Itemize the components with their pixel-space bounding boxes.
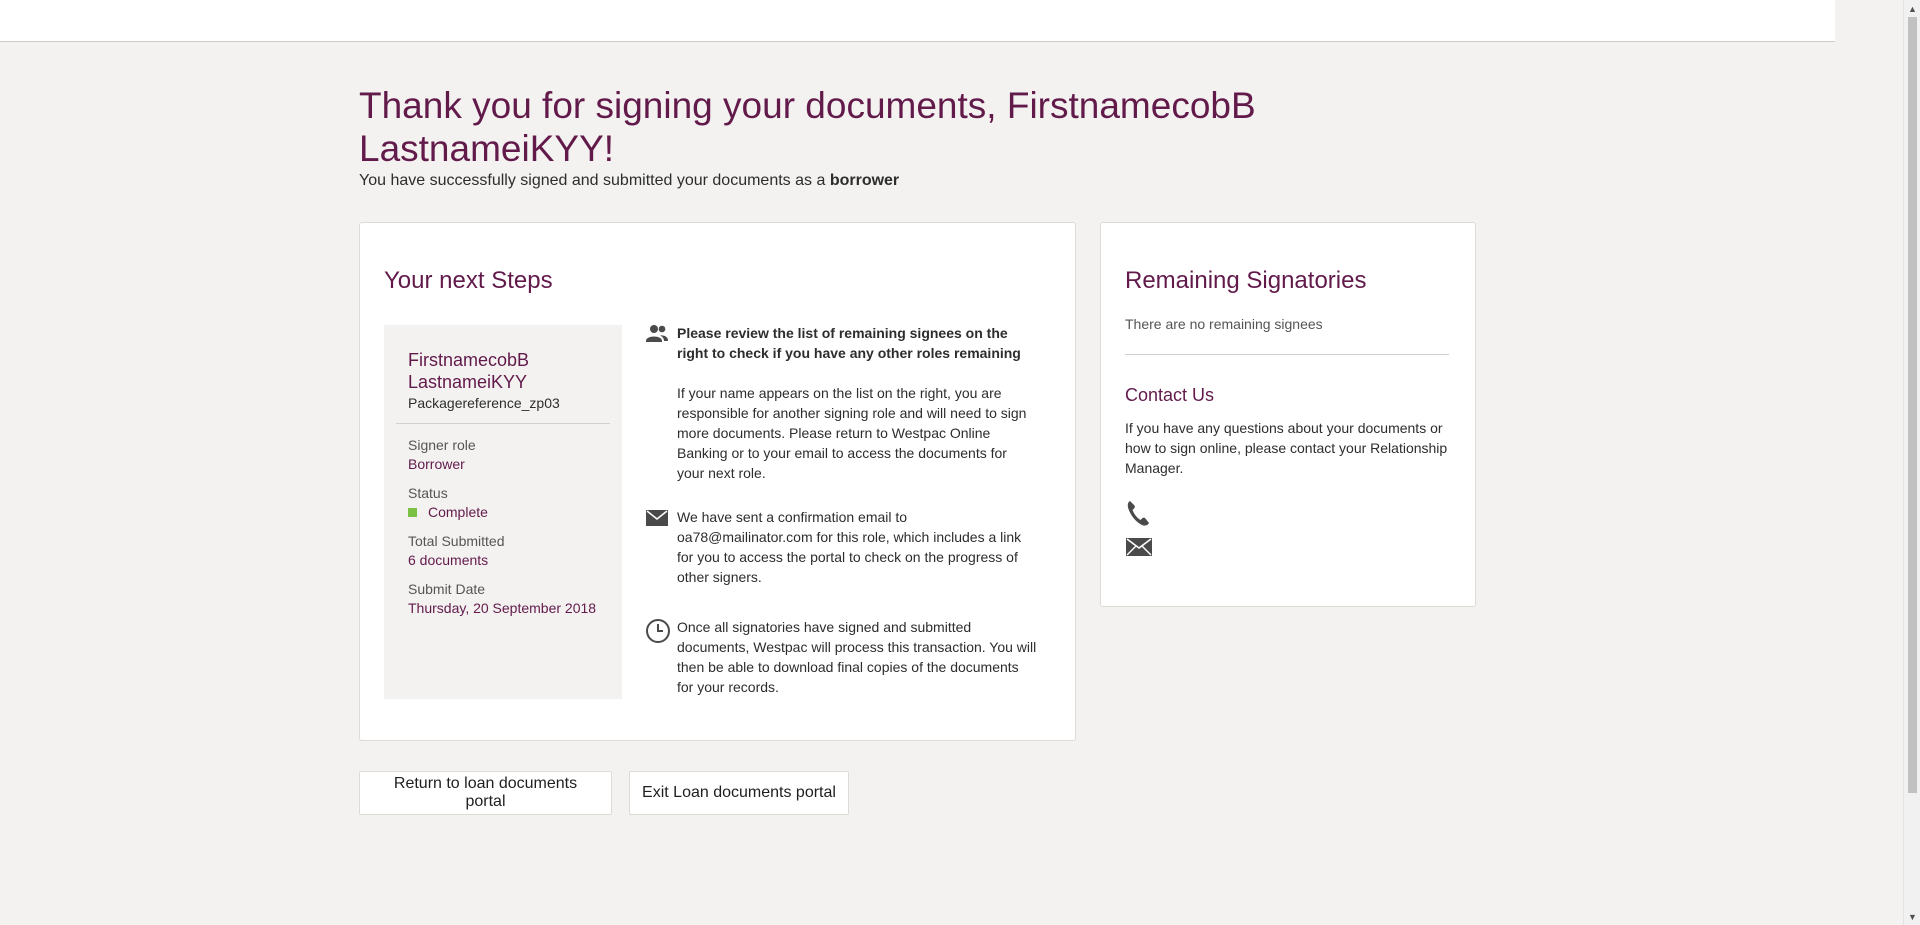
top-bar <box>0 0 1835 42</box>
scrollbar-thumb[interactable] <box>1908 17 1917 793</box>
signer-name-line1: FirstnamecobB <box>408 350 530 370</box>
remaining-divider <box>1125 354 1449 355</box>
scroll-up-arrow-icon[interactable]: ▲ <box>1904 0 1920 17</box>
subtitle-role: borrower <box>829 172 900 189</box>
page-title-line2: LastnameiKYY! <box>359 128 615 169</box>
total-submitted-value: 6 documents <box>408 552 489 568</box>
remaining-signatories-card: Remaining Signatories There are no remai… <box>1100 222 1476 607</box>
status-value: Complete <box>428 504 488 520</box>
total-submitted-label: Total Submitted <box>408 533 505 549</box>
step-email-text: We have sent a confirmation email to oa7… <box>677 509 1022 585</box>
exit-portal-button[interactable]: Exit Loan documents portal <box>629 771 849 815</box>
envelope-icon[interactable] <box>1125 537 1153 562</box>
signer-summary-panel: FirstnamecobB LastnameiKYY Packagerefere… <box>384 325 622 699</box>
package-reference: Packagereference_zp03 <box>408 395 560 411</box>
no-remaining-signees-text: There are no remaining signees <box>1125 316 1323 332</box>
status-value-row: Complete <box>408 502 598 522</box>
signer-role-value: Borrower <box>408 456 465 472</box>
signer-role-label: Signer role <box>408 437 476 453</box>
scroll-down-arrow-icon[interactable]: ▼ <box>1904 908 1920 925</box>
clock-icon <box>645 617 677 697</box>
step-processing: Once all signatories have signed and sub… <box>645 617 1037 697</box>
submit-date-value: Thursday, 20 September 2018 <box>408 600 597 616</box>
phone-icon[interactable] <box>1125 499 1151 532</box>
return-to-portal-button[interactable]: Return to loan documents portal <box>359 771 612 815</box>
envelope-icon <box>645 507 677 587</box>
contact-us-heading: Contact Us <box>1125 385 1215 405</box>
step-review-detail: If your name appears on the list on the … <box>677 385 1027 481</box>
next-steps-card: Your next Steps FirstnamecobB LastnameiK… <box>359 222 1076 741</box>
status-label: Status <box>408 485 448 501</box>
step-review-signees: Please review the list of remaining sign… <box>645 323 1037 483</box>
page-title: Thank you for signing your documents, Fi… <box>359 84 1319 170</box>
page-title-line1: Thank you for signing your documents, Fi… <box>359 85 1256 126</box>
vertical-scrollbar[interactable]: ▲ ▼ <box>1903 0 1920 925</box>
people-icon <box>645 323 677 483</box>
next-steps-heading: Your next Steps <box>384 267 553 294</box>
step-processing-text: Once all signatories have signed and sub… <box>677 619 1037 695</box>
signer-name-line2: LastnameiKYY <box>408 372 528 392</box>
signer-divider <box>396 423 610 424</box>
status-complete-icon <box>408 507 417 517</box>
contact-us-text: If you have any questions about your doc… <box>1125 420 1448 476</box>
step-review-text: Please review the list of remaining sign… <box>677 323 1037 483</box>
step-confirmation-email: We have sent a confirmation email to oa7… <box>645 507 1037 587</box>
main-content: Thank you for signing your documents, Fi… <box>359 84 1479 815</box>
page-subtitle: You have successfully signed and submitt… <box>359 172 1479 190</box>
submit-date-label: Submit Date <box>408 581 486 597</box>
remaining-signatories-heading: Remaining Signatories <box>1125 267 1367 294</box>
step-review-bold: Please review the list of remaining sign… <box>677 325 1021 361</box>
subtitle-text: You have successfully signed and submitt… <box>359 172 826 189</box>
signer-name: FirstnamecobB LastnameiKYY <box>408 349 598 393</box>
